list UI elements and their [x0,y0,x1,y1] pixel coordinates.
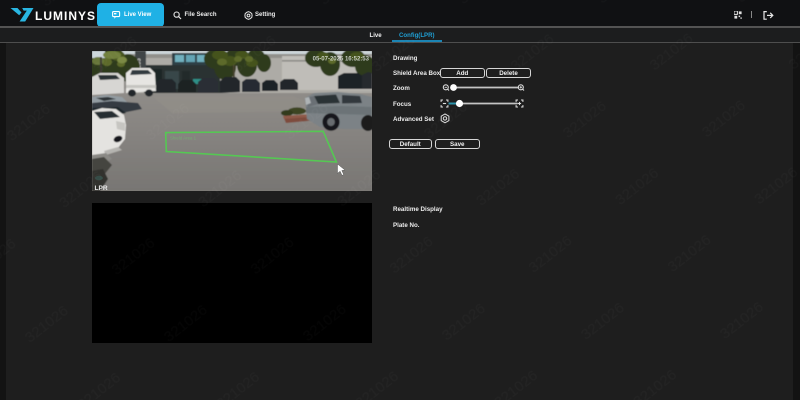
svg-text:05-07-2025 16:52:53: 05-07-2025 16:52:53 [313,57,370,63]
svg-text:LPR: LPR [95,185,108,191]
svg-text:Shield Area 1: Shield Area 1 [170,136,197,141]
